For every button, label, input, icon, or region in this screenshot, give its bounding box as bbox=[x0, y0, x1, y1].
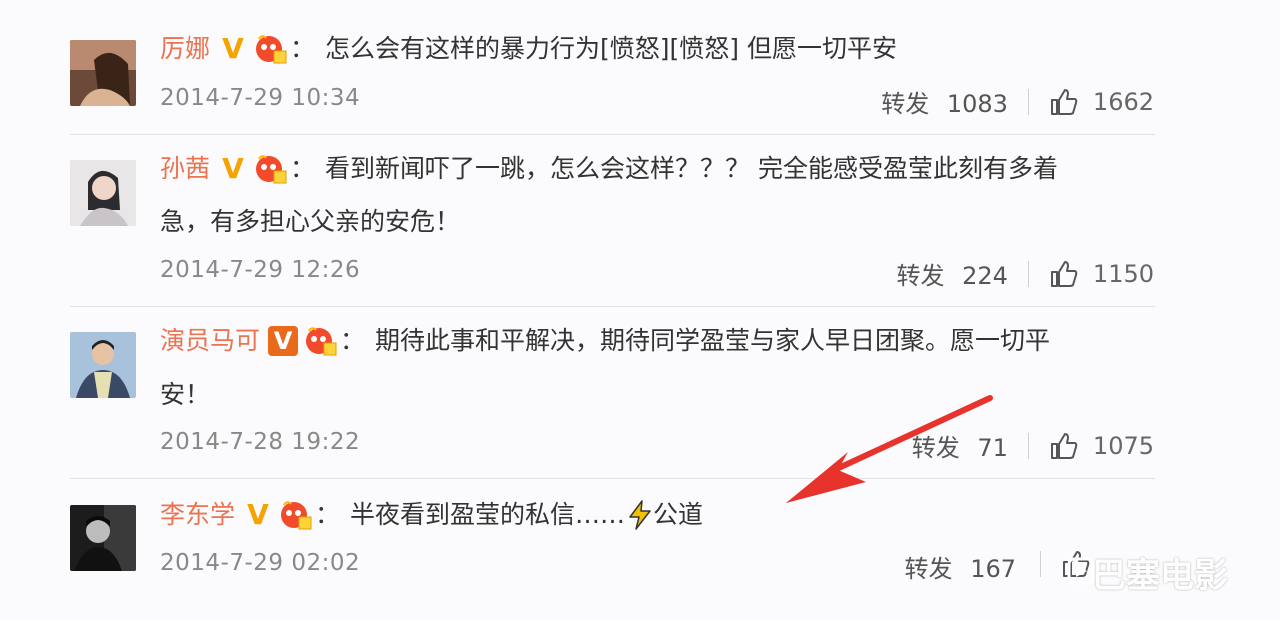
username[interactable]: 孙茜 bbox=[160, 152, 210, 186]
colon: ： bbox=[315, 500, 341, 529]
comment-text-continued: 安！ bbox=[160, 380, 211, 409]
like-count: 1662 bbox=[1092, 87, 1154, 116]
username[interactable]: 李东学 bbox=[160, 498, 235, 532]
member-icon[interactable] bbox=[279, 499, 313, 531]
comment-text-suffix: 公道 bbox=[653, 500, 704, 529]
comment-text: 期待此事和平解决，期待同学盈莹与家人早日团聚。愿一切平 bbox=[375, 326, 1051, 355]
repost-label: 转发 bbox=[896, 262, 945, 290]
divider bbox=[70, 134, 1155, 135]
comment-text-continued: 急，有多担心父亲的安危！ bbox=[160, 207, 461, 236]
like-count: 1075 bbox=[1092, 431, 1154, 460]
comment-text: 半夜看到盈莹的私信…… bbox=[350, 500, 626, 529]
timestamp[interactable]: 2014-7-29 10:34 bbox=[160, 85, 360, 111]
like-icon[interactable] bbox=[1049, 87, 1079, 117]
avatar[interactable] bbox=[70, 160, 136, 226]
like-icon[interactable] bbox=[1049, 259, 1079, 289]
like-count: 1150 bbox=[1092, 259, 1154, 288]
verified-badge-icon: V bbox=[247, 498, 269, 531]
username[interactable]: 厉娜 bbox=[160, 32, 210, 66]
repost-count: 167 bbox=[970, 555, 1016, 583]
repost-button[interactable]: 转发 167 bbox=[905, 549, 1016, 584]
repost-button[interactable]: 转发 71 bbox=[912, 428, 1008, 463]
avatar[interactable] bbox=[70, 40, 136, 106]
avatar[interactable] bbox=[70, 505, 136, 571]
repost-label: 转发 bbox=[881, 90, 930, 118]
timestamp[interactable]: 2014-7-28 19:22 bbox=[160, 429, 360, 455]
verified-badge-icon: V bbox=[222, 152, 244, 185]
repost-count: 224 bbox=[962, 262, 1008, 290]
timestamp[interactable]: 2014-7-29 02:02 bbox=[160, 550, 360, 576]
colon: ： bbox=[290, 154, 316, 183]
avatar[interactable] bbox=[70, 332, 136, 398]
divider bbox=[70, 478, 1155, 479]
action-bar: 转发 224 1150 bbox=[896, 256, 1154, 291]
repost-label: 转发 bbox=[911, 434, 960, 462]
repost-button[interactable]: 转发 1083 bbox=[881, 84, 1008, 119]
comment-text: 怎么会有这样的暴力行为[愤怒][愤怒] 但愿一切平安 bbox=[325, 34, 897, 63]
divider bbox=[70, 306, 1155, 307]
member-icon[interactable] bbox=[254, 33, 288, 65]
member-icon[interactable] bbox=[304, 325, 338, 357]
repost-label: 转发 bbox=[904, 555, 953, 583]
watermark: 巴塞电影 bbox=[1092, 556, 1228, 596]
lightning-icon bbox=[629, 500, 651, 530]
repost-count: 1083 bbox=[946, 90, 1008, 118]
divider bbox=[1027, 432, 1029, 459]
member-icon[interactable] bbox=[254, 153, 288, 185]
divider bbox=[1027, 260, 1029, 287]
divider bbox=[1040, 551, 1041, 577]
action-bar: 转发 71 1075 bbox=[912, 428, 1154, 463]
action-bar: 转发 1083 1662 bbox=[881, 84, 1154, 119]
colon: ： bbox=[290, 34, 316, 63]
action-bar: 转发 167 bbox=[905, 549, 1016, 584]
timestamp[interactable]: 2014-7-29 12:26 bbox=[160, 257, 360, 283]
verified-badge-icon: V bbox=[268, 326, 299, 356]
like-icon[interactable] bbox=[1049, 431, 1079, 461]
comment-text: 看到新闻吓了一跳，怎么会这样？？？ 完全能感受盈莹此刻有多着 bbox=[325, 154, 1058, 183]
repost-count: 71 bbox=[977, 434, 1008, 462]
verified-badge-icon: V bbox=[222, 32, 244, 65]
username[interactable]: 演员马可 bbox=[160, 324, 260, 358]
repost-button[interactable]: 转发 224 bbox=[896, 256, 1007, 291]
colon: ： bbox=[340, 326, 366, 355]
divider bbox=[1027, 88, 1029, 115]
